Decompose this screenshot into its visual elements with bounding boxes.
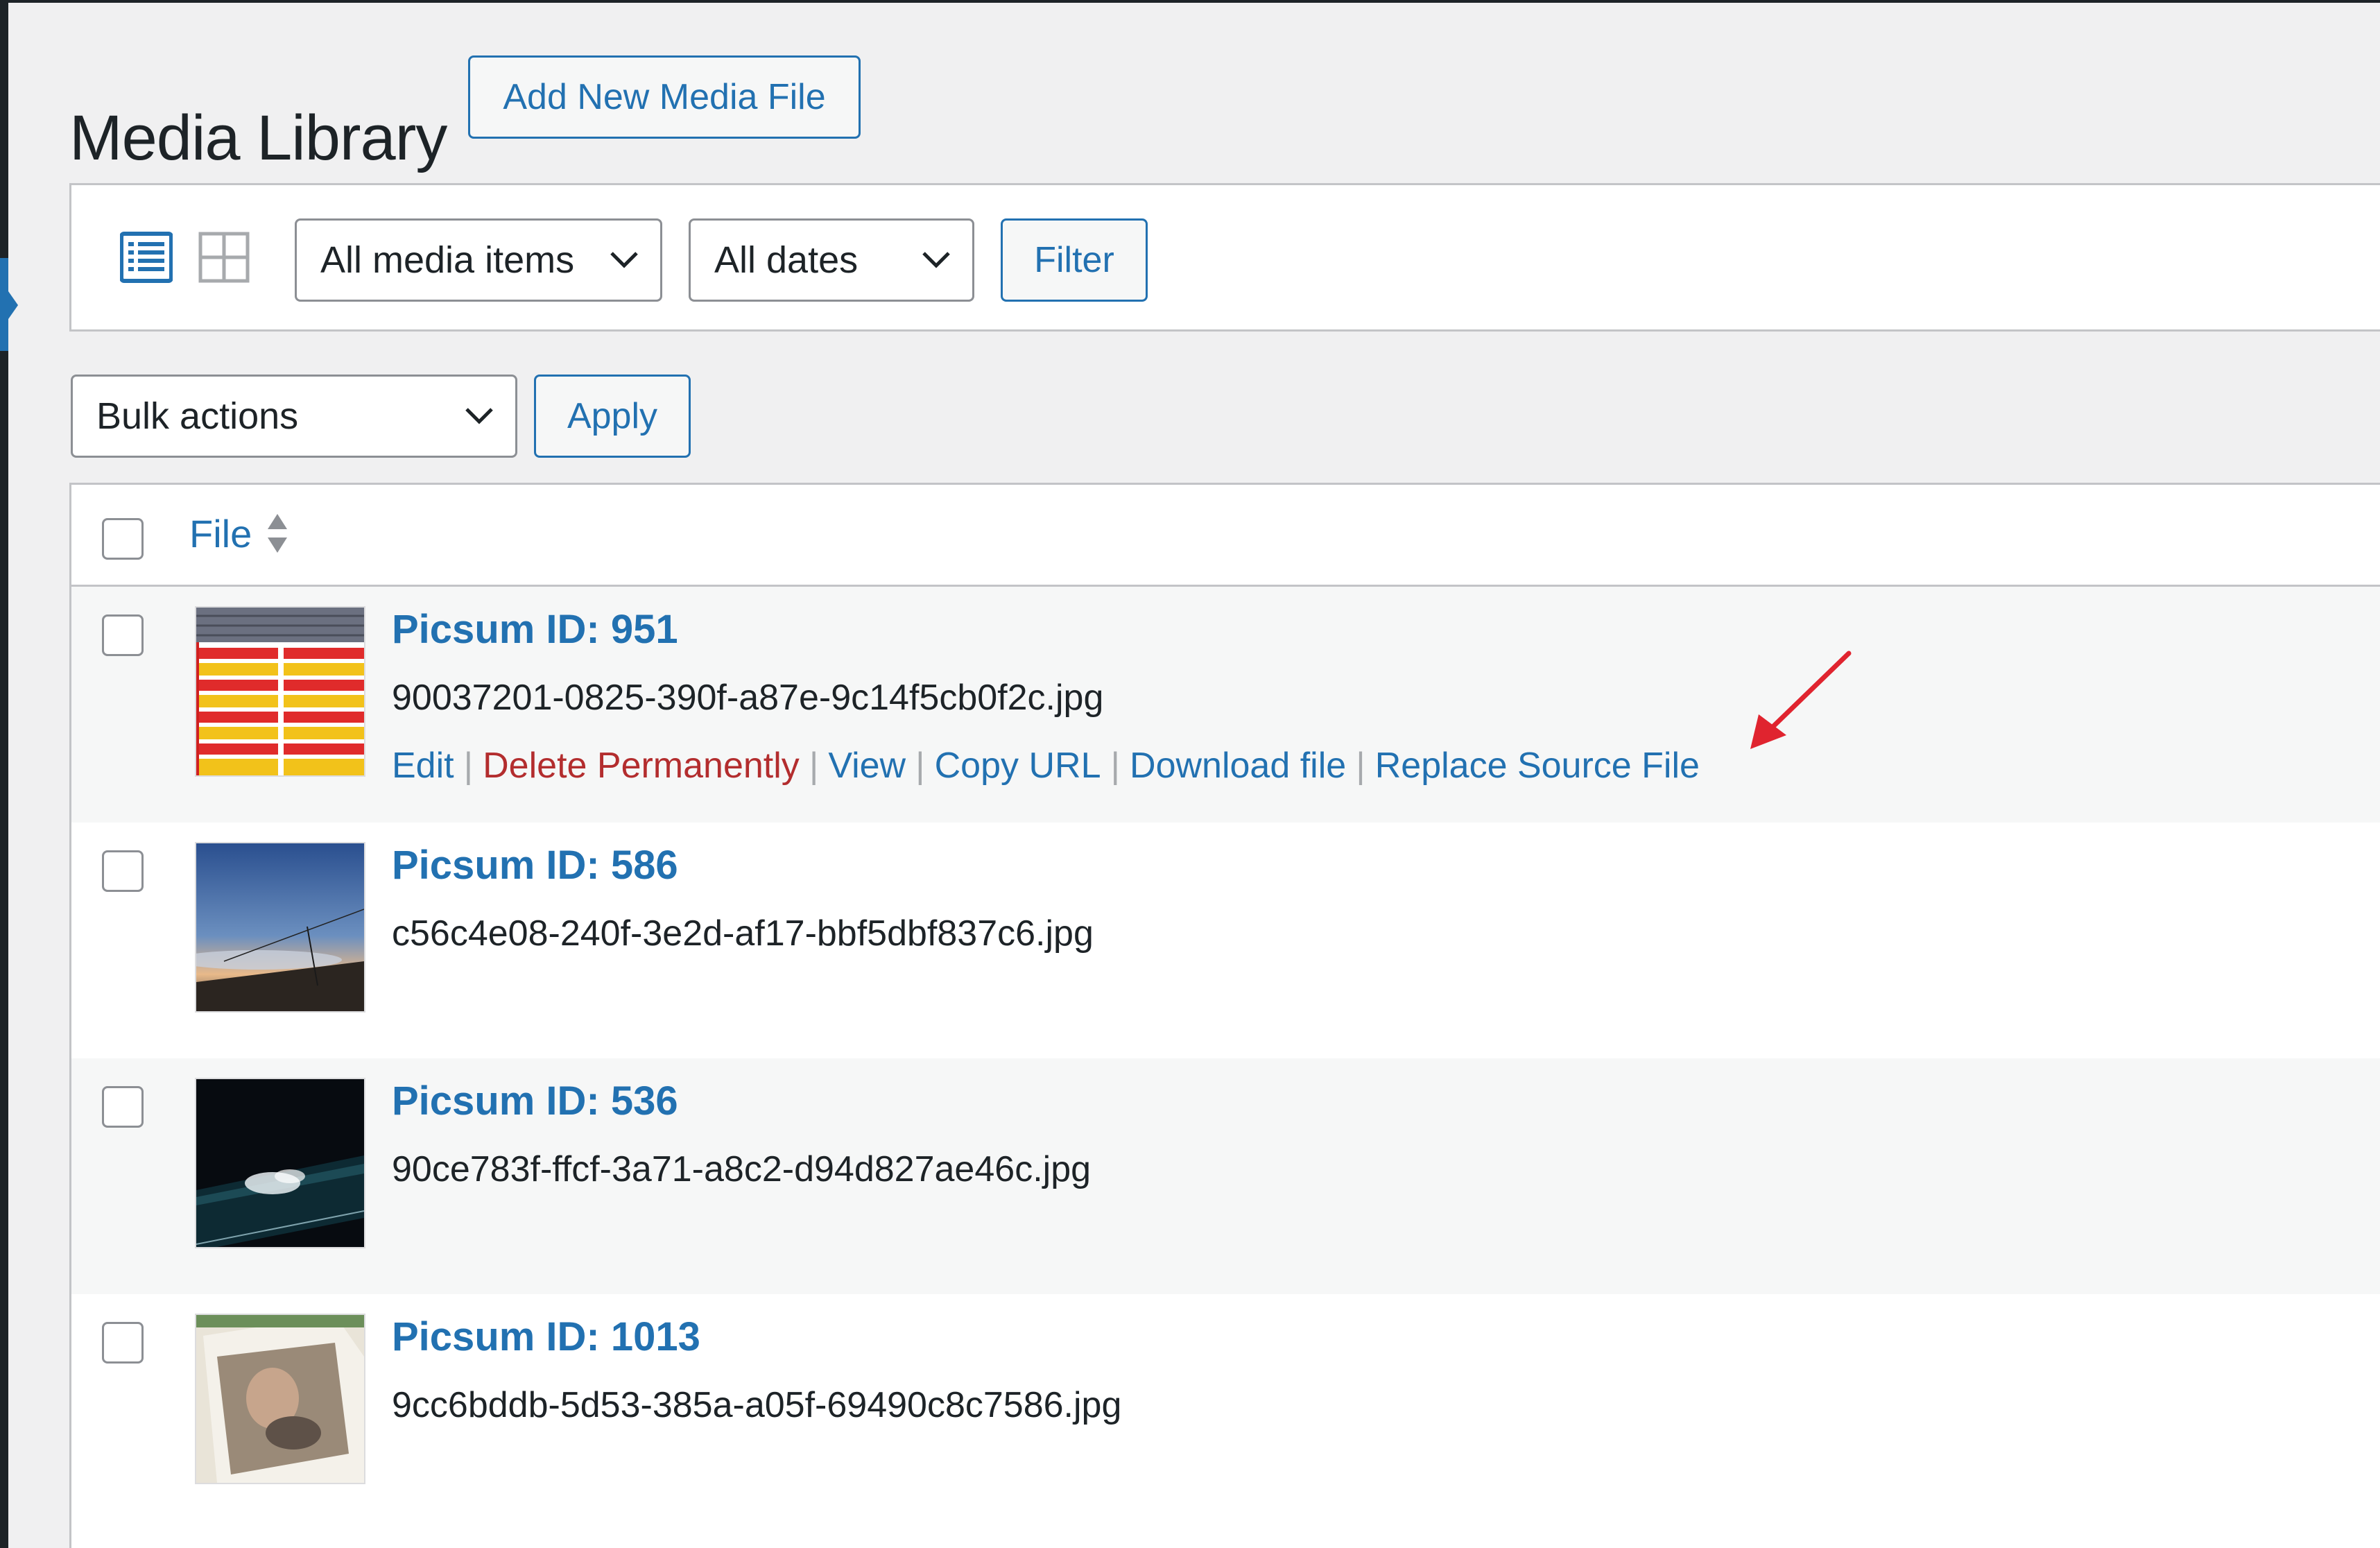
annotation-arrow-icon [1750,651,1852,749]
table-row[interactable]: Picsum ID: 586 c56c4e08-240f-3e2d-af17-b… [71,823,2380,1058]
action-separator: | [809,746,819,786]
list-view-icon[interactable] [119,231,173,284]
row-checkbox[interactable] [102,850,144,892]
date-filter-value: All dates [714,239,859,281]
page-title: Media Library [69,102,447,173]
media-filename: 90037201-0825-390f-a87e-9c14f5cb0f2c.jpg [392,678,1104,718]
night-pool-thumbnail-icon [196,1079,364,1247]
media-type-value: All media items [320,239,575,281]
striped-building-thumbnail-icon [196,608,364,775]
media-table: File Picsum ID: 951 90037201-0825-390f-a… [69,483,2380,1548]
download-file-link[interactable]: Download file [1130,746,1346,786]
media-type-select[interactable]: All media items [295,218,662,302]
row-actions: Edit | Delete Permanently | View | Copy URL | Do… [392,745,1700,786]
media-thumbnail[interactable] [196,1315,364,1483]
chevron-down-icon [465,408,493,424]
media-thumbnail[interactable] [196,843,364,1011]
admin-menu-current-arrow [8,291,18,319]
delete-permanently-link[interactable]: Delete Permanently [483,746,800,786]
media-filename: c56c4e08-240f-3e2d-af17-bbf5dbf837c6.jpg [392,913,1094,954]
action-separator: | [1110,746,1121,786]
media-filename: 9cc6bddb-5d53-385a-a05f-69490c8c7586.jpg [392,1385,1122,1425]
sunset-landscape-thumbnail-icon [196,843,364,1011]
filter-button[interactable]: Filter [1001,218,1148,302]
media-title-link[interactable]: Picsum ID: 536 [392,1078,678,1124]
date-filter-select[interactable]: All dates [689,218,974,302]
row-checkbox[interactable] [102,1086,144,1128]
row-checkbox[interactable] [102,1322,144,1364]
action-separator: | [463,746,474,786]
chevron-down-icon [610,252,638,268]
media-toolbar: All media items All dates Filter [69,183,2380,332]
sort-icon[interactable] [266,511,289,556]
bulk-actions-select[interactable]: Bulk actions [71,375,517,458]
top-border [0,0,2380,3]
media-title-link[interactable]: Picsum ID: 586 [392,842,678,888]
view-link[interactable]: View [828,746,906,786]
bulk-actions-value: Bulk actions [96,395,299,437]
add-new-media-button[interactable]: Add New Media File [468,55,861,139]
car-window-thumbnail-icon [196,1315,364,1483]
media-title-link[interactable]: Picsum ID: 1013 [392,1314,700,1360]
replace-source-file-link[interactable]: Replace Source File [1375,746,1700,786]
select-all-checkbox[interactable] [102,518,144,560]
table-header: File [71,485,2380,587]
action-separator: | [915,746,925,786]
edit-link[interactable]: Edit [392,746,454,786]
grid-view-icon[interactable] [198,231,250,284]
action-separator: | [1356,746,1365,786]
copy-url-link[interactable]: Copy URL [935,746,1101,786]
table-row[interactable]: Picsum ID: 536 90ce783f-ffcf-3a71-a8c2-d… [71,1058,2380,1294]
admin-menu-active-indicator [0,258,8,351]
chevron-down-icon [922,252,950,268]
media-thumbnail[interactable] [196,1079,364,1247]
table-row[interactable]: Picsum ID: 1013 9cc6bddb-5d53-385a-a05f-… [71,1294,2380,1530]
table-row[interactable]: Picsum ID: 951 90037201-0825-390f-a87e-9… [71,587,2380,823]
media-thumbnail[interactable] [196,608,364,775]
row-checkbox[interactable] [102,614,144,656]
column-header-file[interactable]: File [189,511,252,556]
admin-sidebar-edge[interactable] [0,0,18,1548]
media-filename: 90ce783f-ffcf-3a71-a8c2-d94d827ae46c.jpg [392,1149,1092,1189]
apply-button[interactable]: Apply [534,375,691,458]
media-title-link[interactable]: Picsum ID: 951 [392,606,678,653]
